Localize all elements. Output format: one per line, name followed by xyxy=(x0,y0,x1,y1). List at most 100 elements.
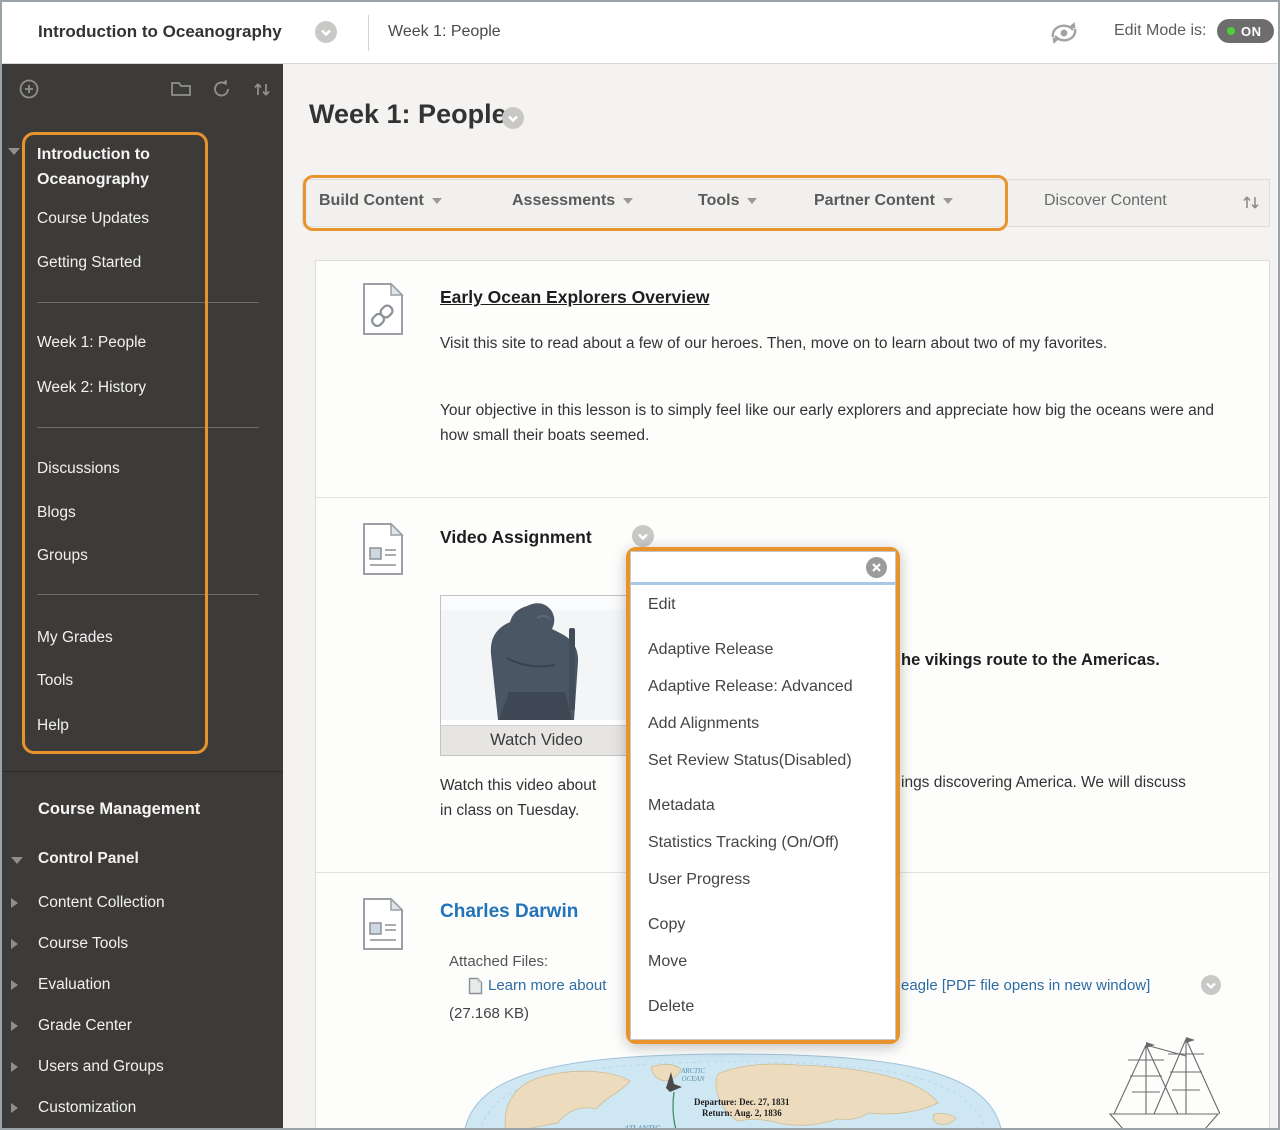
blackboard-course-page: Introduction to Oceanography Week 1: Peo… xyxy=(0,0,1280,1130)
map-arctic-label-1: ARCTIC xyxy=(680,1067,705,1075)
menu-item-statistics-tracking[interactable]: Statistics Tracking (On/Off) xyxy=(648,834,895,854)
reorder-icon[interactable] xyxy=(251,78,273,105)
sidebar-item-blogs[interactable]: Blogs xyxy=(37,504,227,522)
context-menu: Edit Adaptive Release Adaptive Release: … xyxy=(630,551,896,1040)
sidebar-item-grade-center[interactable]: Grade Center xyxy=(38,1017,228,1035)
student-preview-icon[interactable] xyxy=(1045,18,1083,53)
menu-item-copy[interactable]: Copy xyxy=(648,916,895,936)
page-title-chevron[interactable] xyxy=(502,107,524,129)
page-title: Week 1: People xyxy=(309,99,507,130)
add-menu-item-icon[interactable] xyxy=(18,78,40,105)
overview-paragraph-2: Your objective in this lesson is to simp… xyxy=(440,398,1235,448)
content-list: Early Ocean Explorers Overview Visit thi… xyxy=(315,260,1270,1130)
video-item-title: Video Assignment xyxy=(440,527,592,548)
sidebar-item-getting-started[interactable]: Getting Started xyxy=(37,254,227,272)
video-description-right-fragment: ings discovering America. We will discus… xyxy=(901,774,1186,792)
statue-image xyxy=(441,596,632,720)
caret-right-icon[interactable] xyxy=(11,898,18,908)
map-departure-label: Departure: Dec. 27, 1831 xyxy=(694,1097,790,1107)
menu-item-adaptive-release[interactable]: Adaptive Release xyxy=(648,641,895,661)
sidebar-item-week-1-people[interactable]: Week 1: People xyxy=(37,334,227,352)
menu-item-user-progress[interactable]: User Progress xyxy=(648,871,895,891)
chevron-down-icon xyxy=(1201,975,1221,995)
voyage-map-image: ARCTIC OCEAN ATLANTIC Departure: Dec. 27… xyxy=(446,1044,1021,1130)
chevron-down-icon xyxy=(943,198,953,204)
sidebar-item-control-panel[interactable]: Control Panel xyxy=(38,850,228,868)
edit-mode-green-dot xyxy=(1227,27,1235,35)
folder-view-icon[interactable] xyxy=(170,78,192,103)
sidebar-item-help[interactable]: Help xyxy=(37,717,227,735)
assessments-button[interactable]: Assessments xyxy=(512,192,633,210)
partner-content-label: Partner Content xyxy=(814,192,935,209)
caret-right-icon[interactable] xyxy=(11,1103,18,1113)
sidebar-item-tools[interactable]: Tools xyxy=(37,672,227,690)
caret-down-icon[interactable] xyxy=(11,857,23,864)
map-arctic-label-2: OCEAN xyxy=(682,1075,705,1083)
caret-right-icon[interactable] xyxy=(11,1062,18,1072)
sort-icon[interactable] xyxy=(1240,191,1262,218)
sidebar-item-evaluation[interactable]: Evaluation xyxy=(38,976,228,994)
sidebar-section-separator xyxy=(2,771,283,772)
sidebar-item-content-collection[interactable]: Content Collection xyxy=(38,894,228,912)
edit-mode-label: Edit Mode is: xyxy=(1114,22,1206,40)
video-item-chevron[interactable] xyxy=(632,525,654,547)
sidebar-item-course-entry[interactable]: Introduction to Oceanography xyxy=(37,142,187,192)
map-atlantic-label: ATLANTIC xyxy=(623,1124,661,1130)
sidebar-divider xyxy=(37,427,259,428)
content-item-icon xyxy=(361,896,405,957)
pdf-link-chevron[interactable] xyxy=(1201,975,1221,995)
menu-item-add-alignments[interactable]: Add Alignments xyxy=(648,715,895,735)
edit-mode-toggle[interactable]: ON xyxy=(1217,19,1274,43)
sidebar-item-users-and-groups[interactable]: Users and Groups xyxy=(38,1058,228,1076)
discover-content-button[interactable]: Discover Content xyxy=(1044,192,1167,210)
video-caption-fragment: he vikings route to the Americas. xyxy=(901,651,1160,670)
context-menu-header xyxy=(631,552,895,582)
sidebar-item-week-2-history[interactable]: Week 2: History xyxy=(37,379,227,397)
pdf-link-left-fragment[interactable]: Learn more about xyxy=(488,977,606,994)
video-description-line1: Watch this video about xyxy=(440,773,650,798)
menu-item-edit[interactable]: Edit xyxy=(648,596,895,616)
course-title-chevron[interactable] xyxy=(315,21,337,43)
menu-item-delete[interactable]: Delete xyxy=(648,998,895,1018)
build-content-button[interactable]: Build Content xyxy=(319,192,442,210)
refresh-icon[interactable] xyxy=(211,78,233,105)
overview-paragraph-1: Visit this site to read about a few of o… xyxy=(440,331,1185,356)
caret-right-icon[interactable] xyxy=(11,939,18,949)
video-description-left: Watch this video about in class on Tuesd… xyxy=(440,773,650,823)
pdf-link-right-fragment[interactable]: eagle [PDF file opens in new window] xyxy=(901,977,1150,994)
content-item-icon xyxy=(361,521,405,582)
item-divider xyxy=(316,497,1269,498)
context-menu-highlight: Edit Adaptive Release Adaptive Release: … xyxy=(626,547,900,1044)
video-thumbnail[interactable]: Watch Video xyxy=(440,595,633,756)
edit-mode-state: ON xyxy=(1241,24,1262,39)
darwin-item-title-link[interactable]: Charles Darwin xyxy=(440,901,578,923)
sidebar-item-groups[interactable]: Groups xyxy=(37,547,227,565)
course-menu-sidebar: Introduction to Oceanography Course Upda… xyxy=(2,64,283,1130)
caret-right-icon[interactable] xyxy=(11,980,18,990)
caret-right-icon[interactable] xyxy=(11,1021,18,1031)
sidebar-item-my-grades[interactable]: My Grades xyxy=(37,629,227,647)
context-menu-accent-line xyxy=(631,582,895,585)
sidebar-item-course-updates[interactable]: Course Updates xyxy=(37,210,227,228)
sidebar-item-customization[interactable]: Customization xyxy=(38,1099,228,1117)
menu-item-metadata[interactable]: Metadata xyxy=(648,797,895,817)
close-icon[interactable] xyxy=(866,557,887,578)
menu-item-move[interactable]: Move xyxy=(648,953,895,973)
sidebar-item-course-tools[interactable]: Course Tools xyxy=(38,935,228,953)
chevron-down-icon xyxy=(632,525,654,547)
course-title: Introduction to Oceanography xyxy=(38,22,282,42)
menu-item-adaptive-release-advanced[interactable]: Adaptive Release: Advanced xyxy=(648,678,895,698)
menu-item-set-review-status[interactable]: Set Review Status(Disabled) xyxy=(648,752,895,772)
tools-button[interactable]: Tools xyxy=(698,192,757,210)
video-description-line2: in class on Tuesday. xyxy=(440,798,650,823)
caret-down-icon[interactable] xyxy=(8,148,20,155)
chevron-down-icon xyxy=(747,198,757,204)
watch-video-button[interactable]: Watch Video xyxy=(441,725,632,755)
breadcrumb: Week 1: People xyxy=(388,23,501,41)
sidebar-item-discussions[interactable]: Discussions xyxy=(37,460,227,478)
overview-item-title-link[interactable]: Early Ocean Explorers Overview xyxy=(440,287,709,308)
partner-content-button[interactable]: Partner Content xyxy=(814,192,953,210)
sidebar-divider xyxy=(37,594,259,595)
attached-files-label: Attached Files: xyxy=(449,953,548,970)
course-management-header: Course Management xyxy=(38,800,200,819)
